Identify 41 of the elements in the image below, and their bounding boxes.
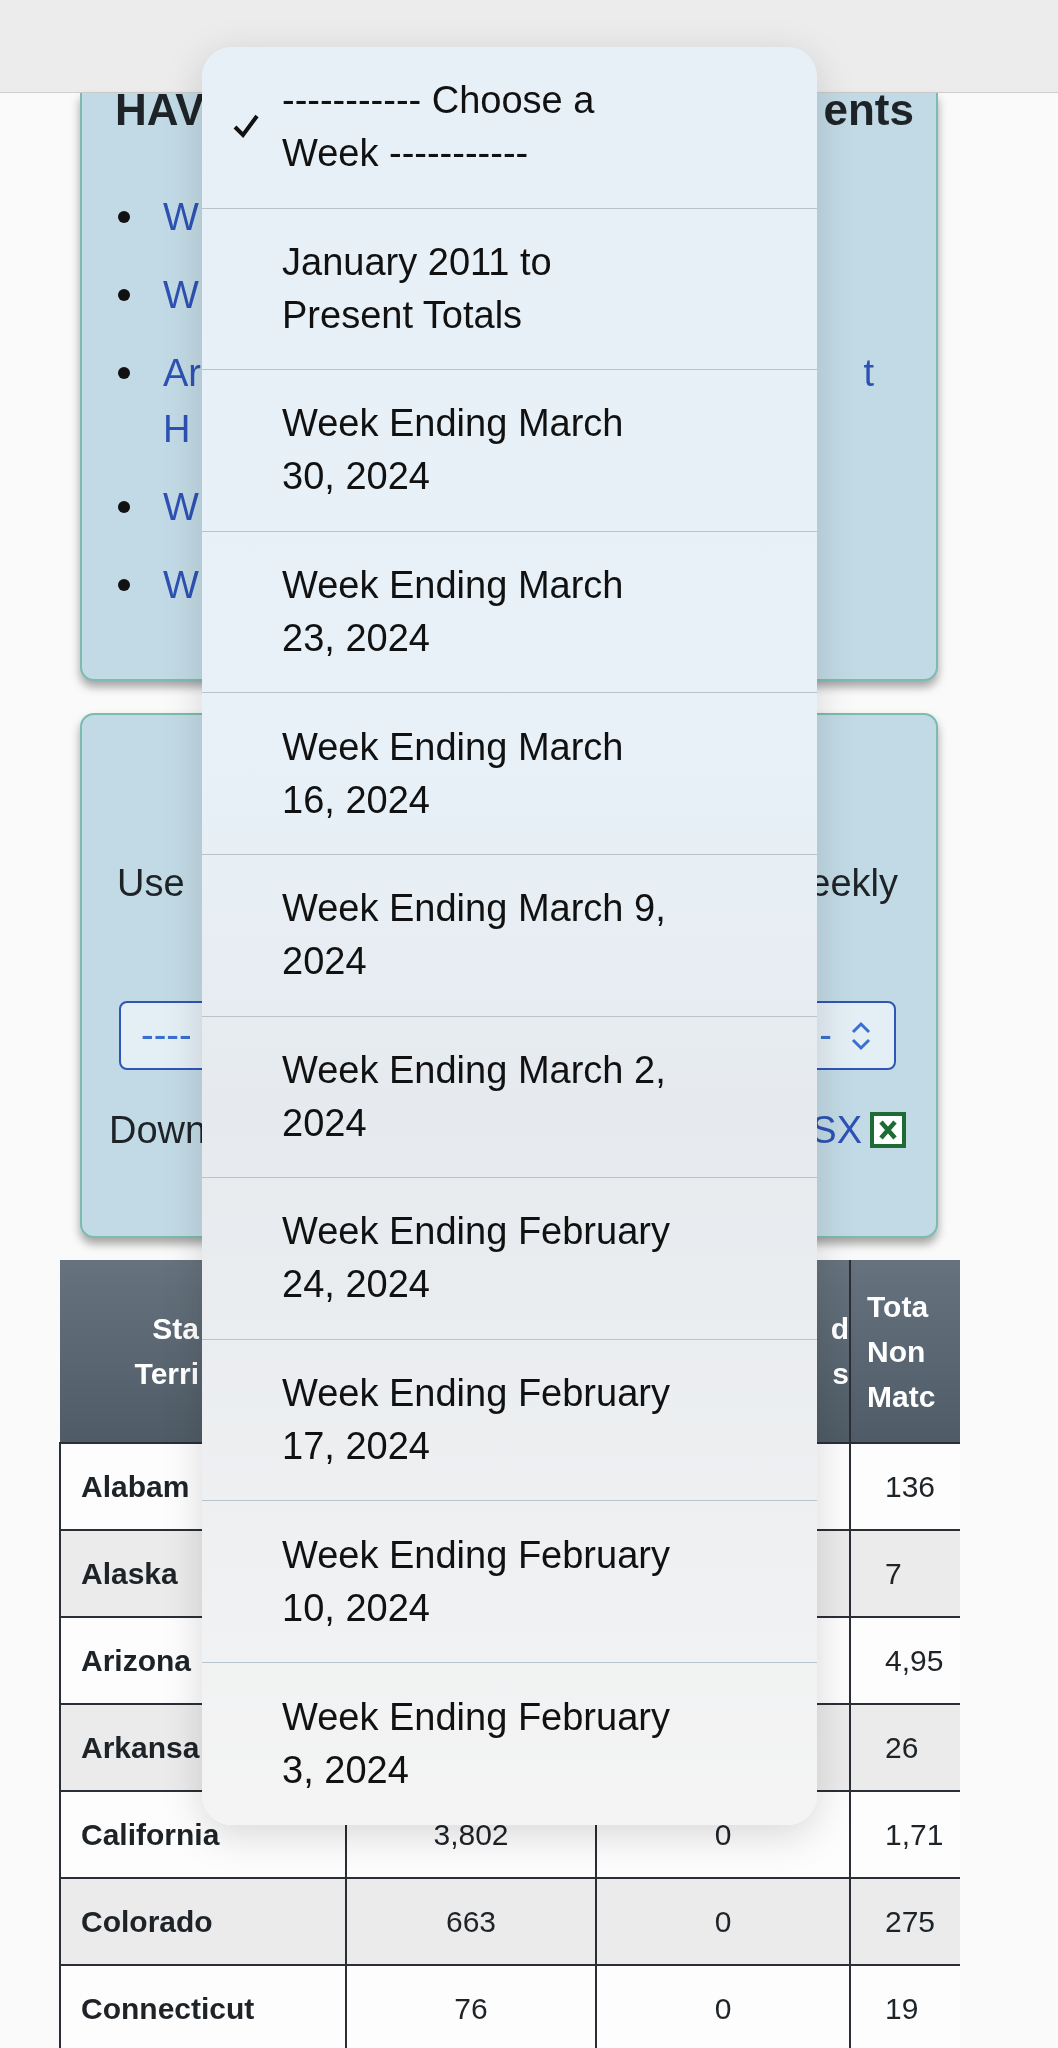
table-cell: 0 [596,1965,850,2048]
dropdown-option[interactable]: Week Ending February 10, 2024 [202,1501,817,1663]
bullet-icon [118,211,130,223]
table-cell: 275 [850,1878,960,1965]
table-cell: 26 [850,1704,960,1791]
table-cell: 0 [596,1878,850,1965]
dropdown-option[interactable]: ----------- Choose a Week ----------- [202,47,817,209]
chevron-icon [850,1019,872,1052]
bullet-icon [118,579,130,591]
dropdown-option[interactable]: Week Ending March 30, 2024 [202,370,817,532]
bullet-icon [118,289,130,301]
table-cell: Connecticut [60,1965,346,2048]
dropdown-option[interactable]: Week Ending March 16, 2024 [202,693,817,855]
link[interactable]: W [163,189,199,245]
table-cell: 76 [346,1965,596,2048]
table-cell: 7 [850,1530,960,1617]
dropdown-option[interactable]: Week Ending March 2, 2024 [202,1016,817,1179]
heading-text: HAV [115,93,205,127]
instruction-text: Use [117,863,185,903]
table-cell: 19 [850,1965,960,2048]
link[interactable]: H [163,401,191,457]
table-cell: 663 [346,1878,596,1965]
dropdown-option[interactable]: Week Ending February 24, 2024 [202,1178,817,1340]
heading-text: ents [823,93,914,127]
link[interactable]: W [163,267,199,323]
bullet-icon [118,501,130,513]
table-cell: 4,95 [850,1617,960,1704]
spreadsheet-icon[interactable] [870,1112,906,1148]
bullet-icon [118,367,130,379]
link[interactable]: t [863,345,874,401]
column-header: Tota Non Matc [850,1260,960,1443]
table-cell: 1,71 [850,1791,960,1878]
link[interactable]: W [163,557,199,613]
table-cell: Colorado [60,1878,346,1965]
dropdown-option[interactable]: January 2011 to Present Totals [202,208,817,371]
link[interactable]: Ar [163,345,201,401]
table-cell: 136 [850,1443,960,1530]
link[interactable]: W [163,479,199,535]
dropdown-option[interactable]: Week Ending March 9, 2024 [202,854,817,1017]
dropdown-option[interactable]: Week Ending February 17, 2024 [202,1339,817,1502]
dropdown-option[interactable]: Week Ending March 23, 2024 [202,531,817,694]
